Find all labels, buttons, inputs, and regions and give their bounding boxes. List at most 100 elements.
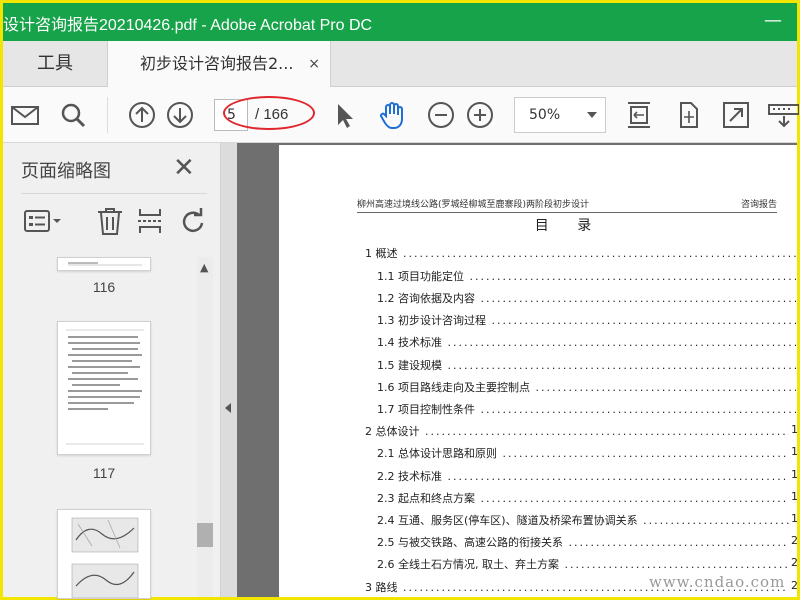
toc-leader-dots: ........................................…: [447, 470, 797, 483]
toc-entry[interactable]: 2.5 与被交铁路、高速公路的衔接关系 ....................…: [377, 534, 797, 552]
toc-entry[interactable]: 2.3 起点和终点方案 ............................…: [377, 490, 797, 508]
mail-icon[interactable]: [9, 99, 41, 131]
toc-entry-text: 1.6 项目路线走向及主要控制点: [377, 381, 530, 394]
toc-leader-dots: ........................................…: [402, 247, 797, 260]
toc-page-number: 4: [796, 334, 797, 347]
toc-leader-dots: ........................................…: [643, 514, 797, 527]
toc-title: 目 录: [534, 218, 604, 234]
toc-entry[interactable]: 1 概述 ...................................…: [365, 245, 797, 263]
toc-entry[interactable]: 2.4 互通、服务区(停车区)、隧道及桥梁布置协调关系 ............…: [377, 512, 797, 530]
title-bar: 设计咨询报告20210426.pdf - Adobe Acrobat Pro D…: [3, 3, 797, 41]
scrollbar-thumb[interactable]: [197, 523, 213, 547]
page-thumbnail-118[interactable]: [57, 509, 151, 599]
page-number-input[interactable]: 5: [214, 99, 248, 131]
watermark: www.cndao.com: [649, 573, 786, 591]
toc-entry-text: 1.2 咨询依据及内容: [377, 292, 475, 305]
toc-entry[interactable]: 1.3 初步设计咨询过程 ...........................…: [377, 312, 797, 330]
page-thumbnail-116[interactable]: [57, 257, 151, 271]
toc-leader-dots: ........................................…: [480, 492, 797, 505]
close-pane-icon[interactable]: ✕: [173, 153, 195, 183]
window-title: 设计咨询报告20210426.pdf - Adobe Acrobat Pro D…: [3, 17, 373, 34]
toc-entry[interactable]: 1.4 技术标准 ...............................…: [377, 334, 797, 352]
scroll-up-icon[interactable]: ▲: [200, 261, 208, 274]
toc-entry[interactable]: 2.1 总体设计思路和原则 ..........................…: [377, 445, 797, 463]
toc-page-number: 20: [789, 534, 797, 547]
document-view[interactable]: 柳州高速过境线公路(罗城经柳城至鹿寨段)两阶段初步设计 咨询报告 目 录 1 概…: [237, 143, 797, 597]
close-tab-icon[interactable]: ×: [308, 41, 320, 87]
zoom-out-icon[interactable]: [425, 99, 457, 131]
toc-leader-dots: ........................................…: [502, 447, 797, 460]
toolbar-divider: [107, 97, 108, 133]
next-page-icon[interactable]: [164, 99, 196, 131]
toc-entry[interactable]: 1.7 项目控制性条件 ............................…: [377, 401, 797, 419]
toc-leader-dots: ........................................…: [469, 270, 797, 283]
toc-entry-text: 1.7 项目控制性条件: [377, 403, 475, 416]
fit-page-icon[interactable]: [623, 99, 655, 131]
collapse-left-icon[interactable]: [225, 403, 231, 413]
toc-leader-dots: ........................................…: [480, 292, 797, 305]
toc-entry-text: 1 概述: [365, 247, 398, 260]
toc-page-number: 5: [796, 379, 797, 392]
toc-entry-text: 1.1 项目功能定位: [377, 270, 464, 283]
insert-page-icon[interactable]: [135, 205, 165, 237]
toc-page-number: 22: [789, 579, 797, 592]
toc-leader-dots: ........................................…: [491, 314, 797, 327]
toc-page-number: 17: [789, 445, 797, 458]
delete-page-icon[interactable]: [95, 205, 125, 237]
toc-entry[interactable]: 2.6 全线土石方情况, 取土、弃土方案 ...................…: [377, 556, 797, 574]
toc-entry[interactable]: 1.1 项目功能定位 .............................…: [377, 268, 797, 286]
toc-page-number: 17: [789, 490, 797, 503]
zoom-value: 50%: [529, 107, 561, 123]
toc-entry-text: 2 总体设计: [365, 425, 420, 438]
toc-entry-text: 3 路线: [365, 581, 398, 594]
rotate-page-icon[interactable]: [177, 205, 209, 237]
toc-page-number: 19: [789, 512, 797, 525]
fit-width-icon[interactable]: [672, 99, 704, 131]
toc-entry[interactable]: 2.2 技术标准 ...............................…: [377, 468, 797, 486]
toc-page-number: 2: [796, 290, 797, 303]
tab-bar: 工具 初步设计咨询报告2... ×: [3, 41, 797, 88]
select-cursor-icon[interactable]: [329, 99, 361, 131]
previous-page-icon[interactable]: [126, 99, 158, 131]
toc-page-number: 3: [796, 312, 797, 325]
toc-entry-text: 2.1 总体设计思路和原则: [377, 447, 497, 460]
tab-document-label: 初步设计咨询报告2...: [140, 54, 294, 73]
toc-entry-text: 1.5 建设规模: [377, 359, 442, 372]
pane-divider: [21, 193, 207, 194]
page-header-right: 咨询报告: [740, 200, 777, 210]
toc-entry[interactable]: 2 总体设计 .................................…: [365, 423, 797, 441]
toc-leader-dots: ........................................…: [568, 536, 797, 549]
toc-entry-text: 2.2 技术标准: [377, 470, 442, 483]
toc-page-number: 1: [796, 245, 797, 258]
toc-leader-dots: ........................................…: [447, 359, 797, 372]
zoom-in-icon[interactable]: [464, 99, 496, 131]
toc-entry-text: 1.3 初步设计咨询过程: [377, 314, 486, 327]
fullscreen-icon[interactable]: [720, 99, 752, 131]
toc-page-number: 17: [789, 468, 797, 481]
minimize-icon[interactable]: —: [759, 7, 787, 35]
toc-leader-dots: ........................................…: [564, 558, 797, 571]
page-thumbnail-117[interactable]: [57, 321, 151, 455]
toc-entry[interactable]: 1.5 建设规模 ...............................…: [377, 357, 797, 375]
page-thumbnails-pane: 页面缩略图 ✕ 116 117 ▲: [3, 143, 221, 599]
hand-tool-icon[interactable]: [376, 99, 408, 131]
toc-leader-dots: ........................................…: [424, 425, 797, 438]
toc-entry-text: 1.4 技术标准: [377, 336, 442, 349]
pane-collapse-strip[interactable]: [221, 143, 237, 597]
search-icon[interactable]: [57, 99, 89, 131]
page-total: / 166: [255, 106, 289, 123]
tab-document[interactable]: 初步设计咨询报告2... ×: [107, 41, 331, 88]
more-tools-icon[interactable]: [767, 99, 800, 131]
tab-tools[interactable]: 工具: [3, 41, 107, 87]
toc-page-number: 6: [796, 401, 797, 414]
toc-leader-dots: ........................................…: [535, 381, 797, 394]
toc-page-number: 17: [789, 423, 797, 436]
thumbnail-options-icon[interactable]: [23, 205, 63, 237]
zoom-select[interactable]: 50%: [514, 97, 606, 133]
toc-leader-dots: ........................................…: [447, 336, 797, 349]
toc-leader-dots: ........................................…: [480, 403, 797, 416]
toc-page-number: 27: [789, 556, 797, 569]
toc-entry[interactable]: 1.2 咨询依据及内容 ............................…: [377, 290, 797, 308]
toc-page-number: 4: [796, 357, 797, 370]
toc-entry[interactable]: 1.6 项目路线走向及主要控制点 .......................…: [377, 379, 797, 397]
